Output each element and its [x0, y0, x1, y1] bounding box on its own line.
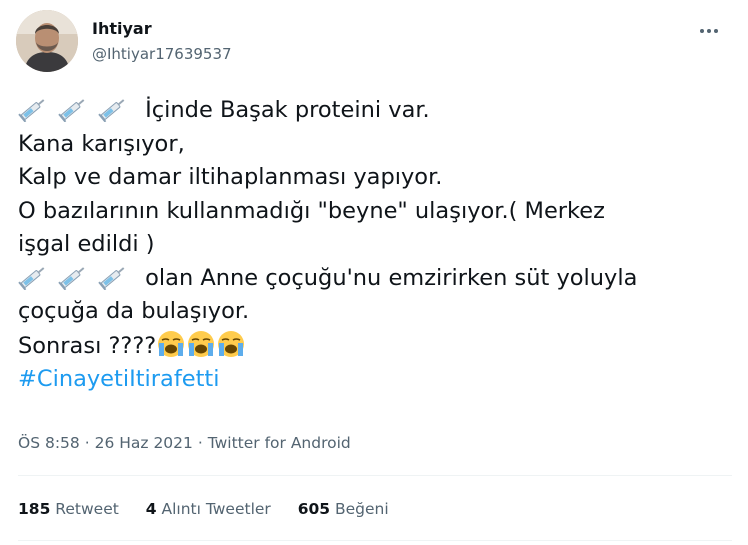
tweet-card: Ihtiyar @Ihtiyar17639537 İçinde Başak pr…	[0, 0, 748, 545]
tweet-text-segment: olan Anne çoçuğu'nu emzirirken süt yoluy…	[145, 264, 638, 291]
syringe-icon	[98, 99, 125, 122]
tweet-line-8: Sonrası ????	[18, 329, 738, 364]
tweet-line-9: #CinayetiItirafetti	[18, 363, 738, 397]
crying-face-icon	[188, 330, 215, 357]
meta-separator: ·	[197, 434, 208, 452]
tweet-line-7: çoçuğa da bulaşıyor.	[18, 298, 250, 324]
divider	[18, 540, 732, 541]
divider	[18, 475, 732, 476]
author-handle[interactable]: @Ihtiyar17639537	[92, 45, 232, 63]
avatar[interactable]	[16, 10, 78, 72]
more-options-icon[interactable]	[698, 18, 724, 40]
tweet-stats: 185 Retweet 4 Alıntı Tweetler 605 Beğeni	[18, 500, 411, 518]
tweet-line-2: Kana karışıyor,	[18, 130, 185, 157]
meta-separator: ·	[84, 434, 95, 452]
hashtag-link[interactable]: #CinayetiItirafetti	[18, 366, 220, 392]
tweet-text: İçinde Başak proteini var. Kana karışıyo…	[18, 94, 738, 397]
likes-stat[interactable]: 605 Beğeni	[298, 500, 389, 518]
retweets-count: 185	[18, 500, 51, 518]
likes-count: 605	[297, 500, 331, 518]
tweet-source[interactable]: Twitter for Android	[208, 434, 351, 452]
retweets-stat[interactable]: 185 Retweet	[18, 500, 119, 518]
quotes-count: 4	[145, 500, 157, 518]
syringe-icon	[98, 266, 125, 290]
quote-tweets-stat[interactable]: 4 Alıntı Tweetler	[146, 500, 271, 518]
tweet-line-4: O bazılarının kullanmadığı "beyne" ulaşı…	[18, 197, 605, 224]
syringe-icon	[18, 99, 45, 122]
likes-label: Beğeni	[335, 500, 389, 518]
syringe-icon	[58, 266, 85, 290]
tweet-date[interactable]: 26 Haz 2021	[95, 434, 193, 452]
tweet-time[interactable]: ÖS 8:58	[18, 434, 80, 452]
retweets-label: Retweet	[55, 500, 119, 518]
tweet-line-5: işgal edildi )	[18, 231, 155, 257]
tweet-line-3: Kalp ve damar iltihaplanması yapıyor.	[18, 164, 443, 190]
tweet-line-1: İçinde Başak proteini var.	[18, 94, 738, 128]
tweet-text-segment: İçinde Başak proteini var.	[145, 97, 430, 123]
syringe-icon	[18, 266, 45, 290]
tweet-line-6: olan Anne çoçuğu'nu emzirirken süt yoluy…	[18, 262, 738, 296]
crying-face-icon	[218, 330, 245, 357]
tweet-meta: ÖS 8:58 · 26 Haz 2021 · Twitter for Andr…	[18, 434, 351, 452]
tweet-text-segment: Sonrası ????	[18, 332, 157, 359]
syringe-icon	[58, 99, 85, 122]
crying-face-icon	[158, 330, 185, 357]
author-name[interactable]: Ihtiyar	[92, 19, 152, 38]
quotes-label: Alıntı Tweetler	[161, 500, 271, 518]
